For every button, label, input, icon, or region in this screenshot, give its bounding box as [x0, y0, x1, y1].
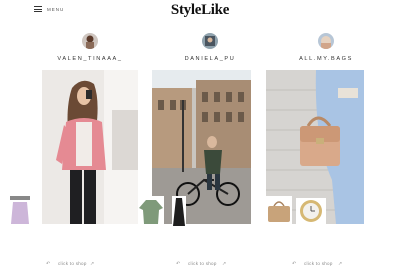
- post-photo[interactable]: [152, 70, 251, 224]
- post-card: ALL.MY.BAGS ↶ click to shop ↗: [266, 33, 386, 267]
- share-icon[interactable]: ↶: [176, 261, 180, 267]
- username[interactable]: DANIELA_PU: [150, 56, 270, 62]
- product-bag-thumb[interactable]: [266, 196, 292, 226]
- header: MENU StyleLike: [0, 0, 400, 26]
- post-card: VALEN_TINAAA_ ↶ click to shop ↗: [10, 33, 150, 267]
- pointer-arrow-icon[interactable]: ↗: [338, 261, 342, 267]
- click-to-shop[interactable]: click to shop: [58, 261, 87, 266]
- shop-label: click to shop: [188, 261, 217, 266]
- avatar[interactable]: [202, 33, 218, 49]
- product-watch-thumb[interactable]: [296, 198, 326, 224]
- share-icon[interactable]: ↶: [46, 261, 50, 267]
- product-dress-thumb[interactable]: [172, 196, 186, 228]
- site-logo[interactable]: StyleLike: [0, 2, 400, 19]
- share-icon[interactable]: ↶: [292, 261, 296, 267]
- post-photo[interactable]: [42, 70, 138, 224]
- pointer-arrow-icon[interactable]: ↗: [90, 261, 94, 267]
- username[interactable]: VALEN_TINAAA_: [30, 56, 150, 62]
- product-jacket-thumb[interactable]: [10, 196, 30, 226]
- pointer-arrow-icon[interactable]: ↗: [222, 261, 226, 267]
- username[interactable]: ALL.MY.BAGS: [266, 56, 386, 62]
- shop-label: click to shop: [58, 261, 87, 266]
- product-sweater-thumb[interactable]: [138, 196, 164, 226]
- shop-label: click to shop: [304, 261, 333, 266]
- click-to-shop[interactable]: click to shop: [188, 261, 217, 266]
- avatar[interactable]: [82, 33, 98, 49]
- post-card: DANIELA_PU ↶ click to shop ↗: [138, 33, 270, 267]
- click-to-shop[interactable]: click to shop: [304, 261, 333, 266]
- avatar[interactable]: [318, 33, 334, 49]
